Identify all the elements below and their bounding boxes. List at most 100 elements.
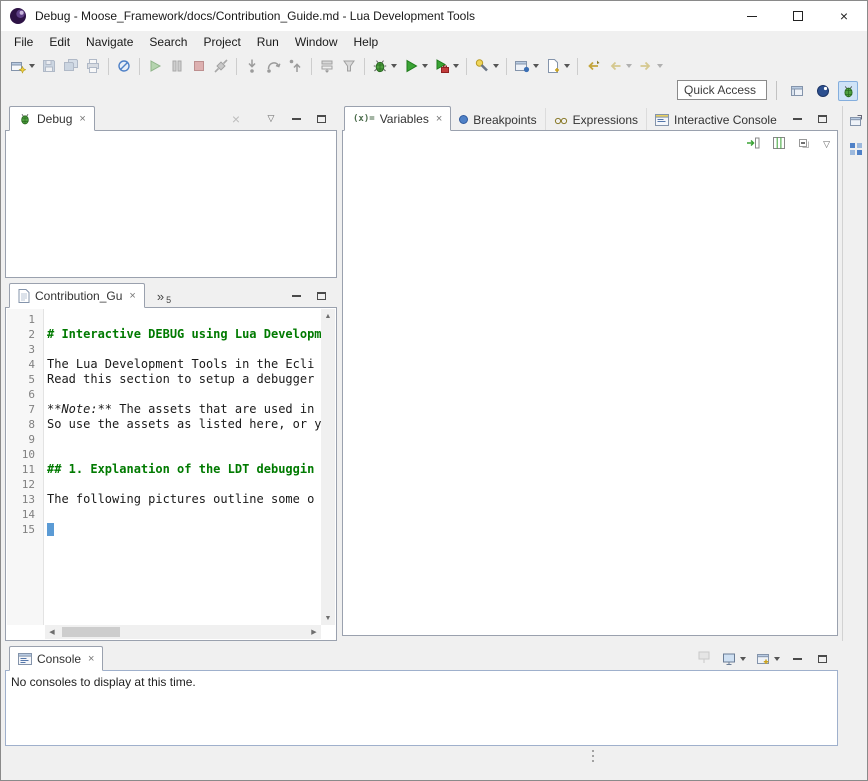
scroll-down-button[interactable]: ▼: [321, 611, 335, 625]
tab-console[interactable]: Console ×: [9, 646, 103, 671]
save-all-button[interactable]: [60, 55, 82, 77]
editor-line[interactable]: The following pictures outline some o: [45, 492, 321, 507]
quick-access-box[interactable]: Quick Access: [677, 80, 767, 100]
scrollbar-thumb[interactable]: [62, 627, 120, 637]
terminate-icon: [191, 58, 207, 74]
terminate-button[interactable]: [188, 55, 210, 77]
show-columns-button[interactable]: [771, 135, 787, 154]
step-into-button[interactable]: [241, 55, 263, 77]
scroll-left-button[interactable]: ◀: [45, 625, 59, 639]
last-edit-location-button[interactable]: [582, 55, 604, 77]
show-logical-structure-button[interactable]: [745, 135, 761, 154]
tab-close-icon[interactable]: ×: [79, 113, 85, 125]
external-tools-button[interactable]: [431, 55, 462, 77]
maximize-view-button[interactable]: [814, 111, 830, 127]
tab-variables[interactable]: (x)= Variables ×: [344, 106, 451, 131]
menu-window[interactable]: Window: [287, 32, 346, 52]
back-button[interactable]: [604, 55, 635, 77]
disconnect-button[interactable]: [210, 55, 232, 77]
dropdown-arrow-icon: [422, 64, 428, 68]
maximize-button[interactable]: [775, 1, 821, 31]
tab-interactive-console[interactable]: Interactive Console: [646, 108, 785, 131]
remove-all-terminated-button[interactable]: ×: [232, 111, 240, 127]
editor-code[interactable]: # Interactive DEBUG using Lua Developm Th…: [45, 309, 321, 625]
tab-breakpoints[interactable]: Breakpoints: [451, 108, 544, 131]
forward-button[interactable]: [635, 55, 666, 77]
menu-search[interactable]: Search: [141, 32, 195, 52]
lua-perspective-button[interactable]: [813, 81, 833, 101]
editor-line[interactable]: **Note:** The assets that are used in: [45, 402, 321, 417]
new-wizard-button[interactable]: [7, 55, 38, 77]
editor-line[interactable]: [45, 312, 321, 327]
collapse-all-button[interactable]: [797, 135, 813, 154]
sash-grip[interactable]: [592, 750, 594, 762]
minimize-view-button[interactable]: [288, 288, 304, 304]
save-button[interactable]: [38, 55, 60, 77]
open-console-button[interactable]: [755, 651, 780, 667]
hidden-editors-chevron[interactable]: » 5: [151, 285, 177, 308]
dropdown-arrow-icon: [564, 64, 570, 68]
step-over-button[interactable]: [263, 55, 285, 77]
tab-close-icon[interactable]: ×: [88, 653, 94, 665]
editor-horizontal-scrollbar[interactable]: ◀ ▶: [45, 625, 321, 639]
new-lua-project-button[interactable]: [511, 55, 542, 77]
minimize-view-button[interactable]: [288, 111, 304, 127]
editor-line[interactable]: [45, 387, 321, 402]
editor-line[interactable]: [45, 447, 321, 462]
editor-line[interactable]: [45, 432, 321, 447]
view-menu-icon[interactable]: ▽: [823, 139, 830, 150]
menu-file[interactable]: File: [6, 32, 41, 52]
view-menu-icon[interactable]: ▽: [263, 111, 279, 127]
minimize-view-button[interactable]: [789, 651, 805, 667]
run-button[interactable]: [400, 55, 431, 77]
print-button[interactable]: [82, 55, 104, 77]
tab-debug[interactable]: Debug ×: [9, 106, 95, 131]
close-button[interactable]: ×: [821, 1, 867, 31]
restore-minimized-views-button[interactable]: [846, 111, 866, 131]
step-return-button[interactable]: [285, 55, 307, 77]
menu-edit[interactable]: Edit: [41, 32, 78, 52]
menu-help[interactable]: Help: [346, 32, 387, 52]
tab-expressions[interactable]: Expressions: [545, 108, 646, 131]
debug-button[interactable]: [369, 55, 400, 77]
menu-project[interactable]: Project: [195, 32, 248, 52]
editor-vertical-scrollbar[interactable]: ▲ ▼: [321, 309, 335, 625]
show-logical-structure-icon: [745, 135, 761, 151]
open-perspective-button[interactable]: [787, 81, 807, 101]
display-selected-console-button[interactable]: [721, 651, 746, 667]
maximize-view-button[interactable]: [313, 288, 329, 304]
maximize-view-button[interactable]: [313, 111, 329, 127]
menu-navigate[interactable]: Navigate: [78, 32, 141, 52]
debug-perspective-button[interactable]: [838, 81, 858, 101]
scroll-up-button[interactable]: ▲: [321, 309, 335, 323]
dropdown-arrow-icon: [453, 64, 459, 68]
pin-console-button[interactable]: [696, 649, 712, 668]
editor-line[interactable]: So use the assets as listed here, or y: [45, 417, 321, 432]
editor-line[interactable]: The Lua Development Tools in the Ecli: [45, 357, 321, 372]
tab-label: Breakpoints: [473, 113, 536, 127]
drop-to-frame-button[interactable]: [316, 55, 338, 77]
editor-line[interactable]: [45, 342, 321, 357]
suspend-button[interactable]: [166, 55, 188, 77]
tab-contribution-guide[interactable]: Contribution_Gu ×: [9, 283, 145, 308]
editor-line[interactable]: Read this section to setup a debugger: [45, 372, 321, 387]
dropdown-arrow-icon: [493, 64, 499, 68]
menu-run[interactable]: Run: [249, 32, 287, 52]
editor-line[interactable]: [45, 477, 321, 492]
tab-close-icon[interactable]: ×: [129, 290, 135, 302]
resume-button[interactable]: [144, 55, 166, 77]
minimized-view-button[interactable]: [846, 139, 866, 159]
skip-all-breakpoints-button[interactable]: [113, 55, 135, 77]
minimize-view-button[interactable]: [789, 111, 805, 127]
editor-line[interactable]: ## 1. Explanation of the LDT debuggin: [45, 462, 321, 477]
use-step-filters-button[interactable]: [338, 55, 360, 77]
editor-line[interactable]: # Interactive DEBUG using Lua Developm: [45, 327, 321, 342]
search-button[interactable]: [471, 55, 502, 77]
editor-line[interactable]: [45, 507, 321, 522]
scroll-right-button[interactable]: ▶: [307, 625, 321, 639]
editor-line[interactable]: [45, 522, 321, 537]
minimize-button[interactable]: [729, 1, 775, 31]
new-lua-file-button[interactable]: [542, 55, 573, 77]
maximize-view-button[interactable]: [814, 651, 830, 667]
tab-close-icon[interactable]: ×: [436, 113, 442, 125]
